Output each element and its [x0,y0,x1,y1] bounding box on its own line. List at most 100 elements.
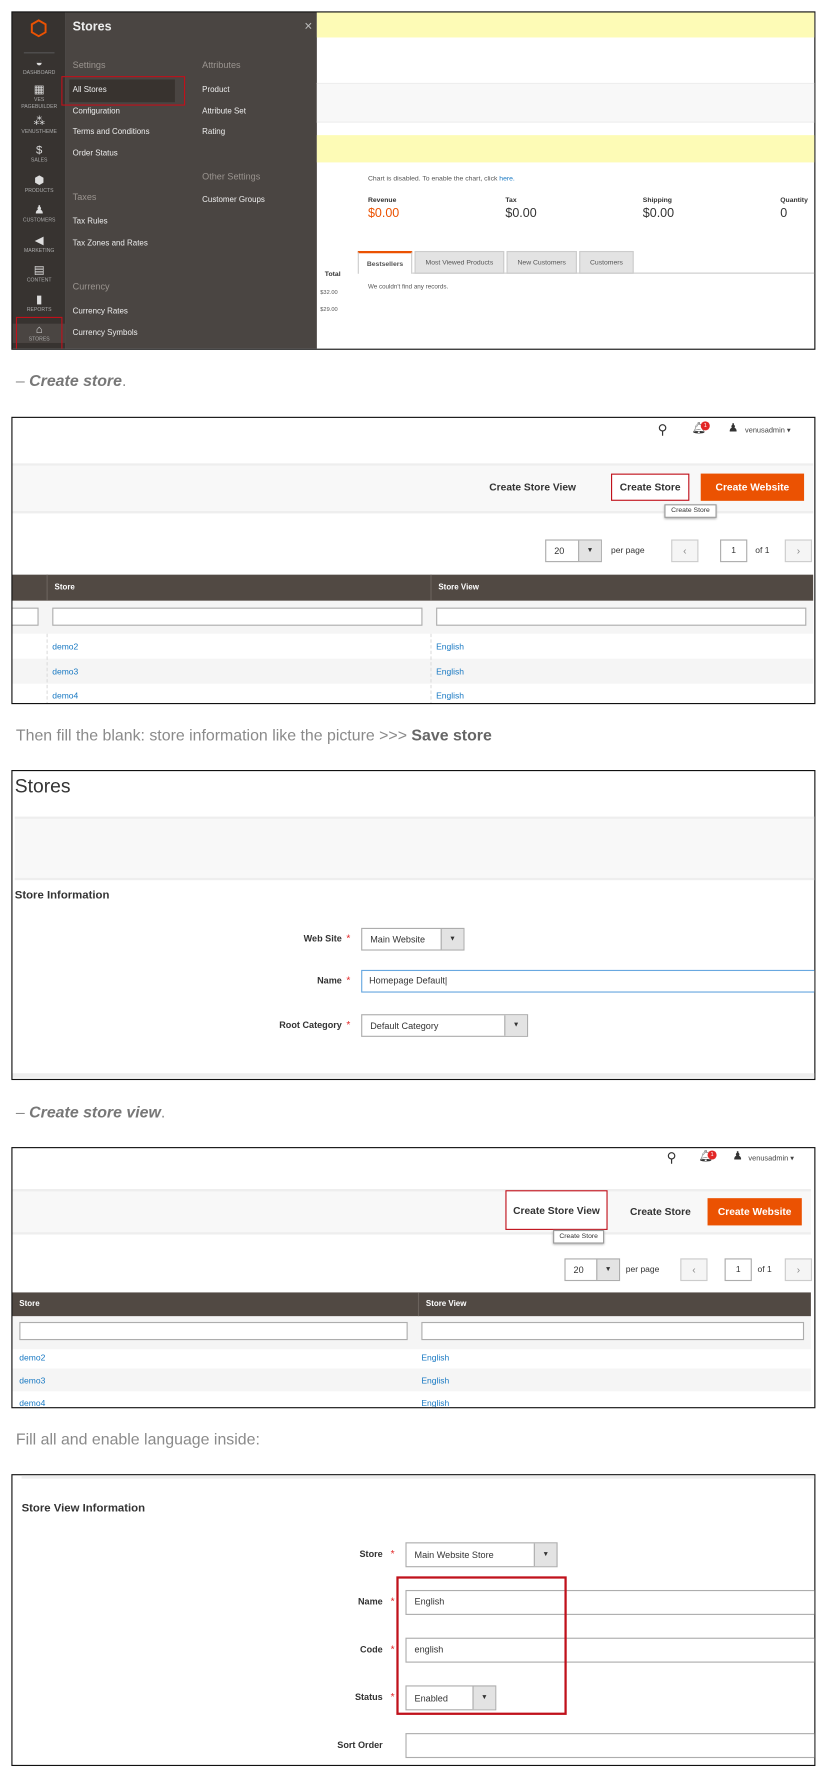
store-label: Store [359,1549,383,1560]
filter-store[interactable] [19,1321,408,1341]
page-input[interactable]: 1 [724,1258,752,1282]
rail-marketing[interactable]: ◀ MARKETING [12,235,65,254]
tab-customers[interactable]: Customers [579,250,634,274]
filter-store[interactable] [52,607,423,626]
section-title: Store Information [14,889,110,902]
per-page-select[interactable]: 20 ▼ [545,539,602,563]
column-store[interactable]: Store [46,574,431,601]
tab-most-viewed[interactable]: Most Viewed Products [414,250,505,274]
sales-icon: $ [36,144,43,157]
filter-store-view[interactable] [436,607,807,626]
menu-customer-groups[interactable]: Customer Groups [202,196,265,204]
other-settings-heading: Other Settings [202,171,261,182]
search-icon[interactable]: ⚲ [667,1149,677,1165]
prev-page-button[interactable]: ‹ [680,1258,708,1282]
rail-pagebuilder[interactable]: ▦ VES PAGEBUILDER [12,84,65,110]
page-input[interactable]: 1 [720,539,748,563]
store-view-link[interactable]: English [436,691,464,701]
chevron-down-icon: ▼ [440,929,464,950]
menu-tax-zones[interactable]: Tax Zones and Rates [73,240,148,248]
page-title: Stores [14,775,71,798]
store-view-link[interactable]: English [436,667,464,677]
required-star: * [346,932,351,944]
store-view-form-screenshot: Store View Information Store * Main Webs… [11,1474,816,1767]
stores-flyout-menu: Stores × Settings All Stores Configurati… [61,12,317,349]
menu-rating[interactable]: Rating [202,128,225,136]
rail-dashboard[interactable]: ◒ DASHBOARD [12,57,65,76]
create-store-view-button[interactable]: Create Store View [478,474,587,501]
name-input[interactable]: Homepage Default| [361,969,815,993]
shipping-label: Shipping [642,197,672,205]
column-store-view[interactable]: Store View [417,1292,811,1317]
menu-configuration[interactable]: Configuration [73,108,120,116]
column-store-view[interactable]: Store View [430,574,813,601]
products-icon: ⬢ [34,174,45,188]
create-website-button[interactable]: Create Website [707,1198,802,1226]
user-icon: ♟ [727,422,739,435]
store-link[interactable]: demo3 [52,667,78,677]
user-menu[interactable]: venusadmin ▾ [748,1154,794,1163]
customers-icon: ♟ [34,204,45,217]
menu-tax-rules[interactable]: Tax Rules [73,218,108,226]
column-store[interactable]: Store [12,1292,417,1316]
rail-venustheme[interactable]: ⁂ VENUSTHEME [12,116,65,135]
create-store-button[interactable]: Create Store [618,1198,703,1225]
filter-first[interactable] [12,607,39,626]
store-link[interactable]: demo4 [52,691,78,701]
menu-terms[interactable]: Terms and Conditions [73,128,150,136]
tab-new-customers[interactable]: New Customers [506,250,577,274]
code-label: Code [360,1644,383,1655]
close-icon[interactable]: × [304,18,312,34]
highlight-box [396,1576,567,1715]
store-view-link[interactable]: English [421,1353,449,1363]
rail-content[interactable]: ▤ CONTENT [12,265,65,284]
create-store-view-button[interactable]: Create Store View [505,1190,608,1230]
caption-create-store: – Create store. [15,371,127,390]
notification-count: 1 [707,1150,717,1160]
store-view-link[interactable]: English [421,1375,449,1385]
menu-attribute-set[interactable]: Attribute Set [202,108,246,116]
menu-all-stores[interactable]: All Stores [73,86,107,94]
name-label: Name [357,1596,383,1608]
store-view-link[interactable]: English [421,1398,449,1407]
menu-order-status[interactable]: Order Status [73,150,118,158]
website-select[interactable]: Main Website ▼ [361,927,465,951]
caption-create-store-view: – Create store view. [15,1102,166,1121]
filter-store-view[interactable] [421,1321,805,1341]
total-header: Total [324,271,341,279]
rail-products[interactable]: ⬢ PRODUCTS [12,175,65,194]
enable-chart-link[interactable]: here. [499,176,515,183]
rail-sales[interactable]: $ SALES [12,144,65,163]
stores-menu-screenshot: ⬡ ◒ DASHBOARD ▦ VES PAGEBUILDER ⁂ VENUSTHEM… [11,11,816,350]
grid-header: Store Store View [12,1292,811,1317]
next-page-button[interactable]: › [784,539,813,563]
store-link[interactable]: demo2 [19,1353,45,1363]
menu-title: Stores [72,20,112,35]
menu-currency-symbols[interactable]: Currency Symbols [73,329,138,337]
menu-currency-rates[interactable]: Currency Rates [73,308,128,316]
shipping-value: $0.00 [642,206,675,221]
rail-reports[interactable]: ▮ REPORTS [12,294,65,313]
user-menu[interactable]: venusadmin ▾ [745,426,791,435]
sort-order-input[interactable] [405,1733,815,1759]
next-page-button[interactable]: › [784,1258,813,1282]
menu-product[interactable]: Product [202,86,229,94]
prev-page-button[interactable]: ‹ [671,539,699,563]
store-link[interactable]: demo3 [19,1375,45,1385]
website-label: Web Site [303,933,342,944]
per-page-select[interactable]: 20 ▼ [564,1258,621,1282]
create-website-button[interactable]: Create Website [700,473,805,501]
notification-count: 1 [700,421,710,431]
create-store-button[interactable]: Create Store [611,473,690,501]
root-category-select[interactable]: Default Category ▼ [361,1014,529,1037]
tab-bestsellers[interactable]: Bestsellers [357,250,413,274]
rail-customers[interactable]: ♟ CUSTOMERS [12,204,65,223]
search-icon[interactable]: ⚲ [658,421,668,437]
store-grid-screenshot: ⚲ 🔔︎ 1 ♟ venusadmin ▾ Create Store View … [11,416,816,705]
store-select[interactable]: Main Website Store ▼ [405,1542,558,1568]
store-link[interactable]: demo2 [52,642,78,652]
store-link[interactable]: demo4 [19,1398,45,1407]
store-view-link[interactable]: English [436,642,464,652]
quantity-value: 0 [780,206,788,221]
per-page-label: per page [625,1264,660,1275]
